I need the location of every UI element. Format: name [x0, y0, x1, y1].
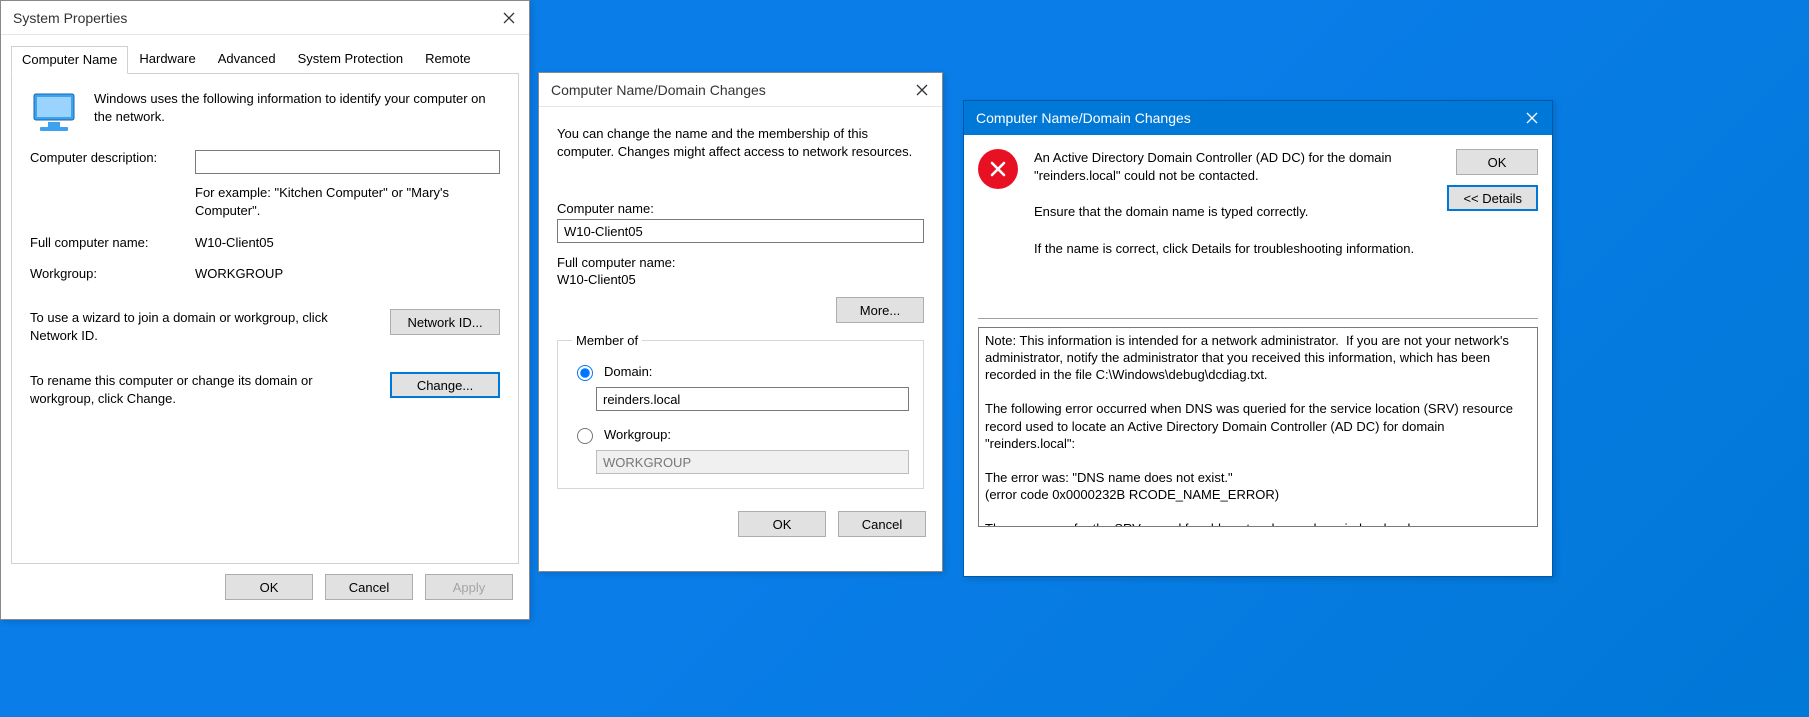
domain-changes-titlebar: Computer Name/Domain Changes	[539, 73, 942, 107]
error-title: Computer Name/Domain Changes	[976, 110, 1191, 126]
tab-advanced[interactable]: Advanced	[207, 45, 287, 73]
description-label: Computer description:	[30, 150, 195, 174]
description-example: For example: "Kitchen Computer" or "Mary…	[195, 184, 500, 219]
ok-button[interactable]: OK	[738, 511, 826, 537]
full-name-label: Full computer name:	[30, 235, 195, 250]
cancel-button[interactable]: Cancel	[838, 511, 926, 537]
tab-system-protection[interactable]: System Protection	[287, 45, 415, 73]
domain-changes-intro: You can change the name and the membersh…	[557, 125, 924, 161]
error-dialog: Computer Name/Domain Changes An Active D…	[963, 100, 1553, 577]
details-button[interactable]: << Details	[1447, 185, 1538, 211]
domain-input[interactable]	[596, 387, 909, 411]
details-textarea[interactable]: Note: This information is intended for a…	[978, 327, 1538, 527]
domain-changes-title: Computer Name/Domain Changes	[551, 82, 766, 98]
change-button[interactable]: Change...	[390, 372, 500, 398]
computer-name-label: Computer name:	[557, 201, 924, 216]
domain-label: Domain:	[604, 364, 652, 379]
ok-button[interactable]: OK	[1456, 149, 1538, 175]
close-icon[interactable]	[489, 1, 529, 35]
tab-computer-name[interactable]: Computer Name	[11, 46, 128, 74]
description-input[interactable]	[195, 150, 500, 174]
intro-text: Windows uses the following information t…	[94, 90, 500, 125]
workgroup-radio[interactable]	[577, 428, 593, 444]
cancel-button[interactable]: Cancel	[325, 574, 413, 600]
error-line-1: An Active Directory Domain Controller (A…	[1034, 149, 1431, 185]
workgroup-value: WORKGROUP	[195, 266, 500, 281]
network-id-text: To use a wizard to join a domain or work…	[30, 309, 330, 344]
change-text: To rename this computer or change its do…	[30, 372, 330, 407]
member-of-group: Member of Domain: Workgroup:	[557, 333, 924, 489]
domain-changes-dialog: Computer Name/Domain Changes You can cha…	[538, 72, 943, 572]
full-name-label: Full computer name:	[557, 255, 924, 270]
apply-button[interactable]: Apply	[425, 574, 513, 600]
close-icon[interactable]	[1512, 101, 1552, 135]
domain-radio[interactable]	[577, 365, 593, 381]
computer-name-input[interactable]	[557, 219, 924, 243]
error-line-2: Ensure that the domain name is typed cor…	[1034, 203, 1431, 221]
error-line-3: If the name is correct, click Details fo…	[1034, 240, 1431, 258]
tab-panel-computer-name: Windows uses the following information t…	[11, 74, 519, 564]
tab-hardware[interactable]: Hardware	[128, 45, 206, 73]
error-titlebar: Computer Name/Domain Changes	[964, 101, 1552, 135]
full-name-value: W10-Client05	[195, 235, 500, 250]
separator	[978, 318, 1538, 319]
ok-button[interactable]: OK	[225, 574, 313, 600]
close-icon[interactable]	[902, 73, 942, 107]
system-properties-titlebar: System Properties	[1, 1, 529, 35]
system-properties-title: System Properties	[13, 10, 127, 26]
workgroup-input[interactable]	[596, 450, 909, 474]
more-button[interactable]: More...	[836, 297, 924, 323]
member-of-label: Member of	[572, 333, 642, 348]
workgroup-radio-label: Workgroup:	[604, 427, 671, 442]
system-properties-dialog: System Properties Computer Name Hardware…	[0, 0, 530, 620]
full-name-value: W10-Client05	[557, 272, 924, 287]
computer-icon	[30, 90, 80, 134]
tabstrip: Computer Name Hardware Advanced System P…	[11, 45, 519, 74]
error-icon	[978, 149, 1018, 189]
workgroup-label: Workgroup:	[30, 266, 195, 281]
network-id-button[interactable]: Network ID...	[390, 309, 500, 335]
tab-remote[interactable]: Remote	[414, 45, 482, 73]
